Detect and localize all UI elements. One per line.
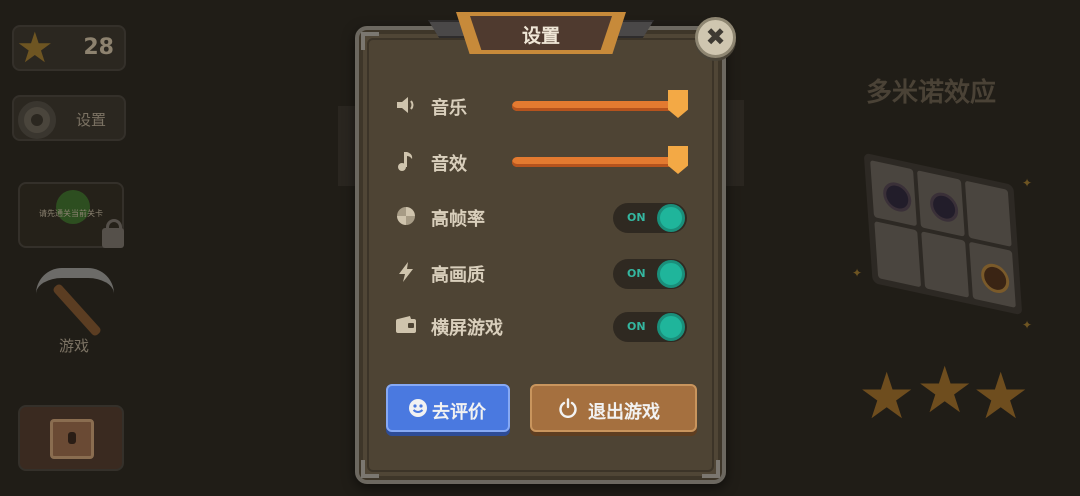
setting-label-high-quality: 高画质 [431,265,485,286]
domino-level-preview [863,152,1023,316]
star-count: 28 [83,35,114,60]
dialog-title-plate: 设置 [428,12,654,54]
locked-level-tile[interactable]: 请先通关当前关卡 [18,182,124,248]
gear-icon [18,101,56,139]
lock-icon [102,219,124,248]
close-button[interactable]: ✖ [695,17,736,58]
settings-tile[interactable]: 设置 [12,95,126,141]
domino-cell [870,160,918,227]
frame-rate-icon [397,207,415,225]
music-slider-thumb[interactable] [668,90,688,118]
speaker-icon [397,97,414,113]
sfx-slider-track[interactable] [512,157,684,167]
level-rating-stars: ★ ★ ★ [858,354,1038,432]
domino-cell [968,241,1016,308]
quit-game-button[interactable]: 退出游戏 [530,384,697,432]
sfx-slider-thumb[interactable] [668,146,688,174]
level-title: 多米诺效应 [866,78,997,108]
rating-star-icon: ★ [916,354,974,428]
setting-label-music: 音乐 [431,98,467,119]
domino-cell [921,231,969,298]
frame-corner [361,460,379,478]
rating-star-icon: ★ [972,360,1030,434]
landscape-icon [396,316,416,333]
close-icon: ✖ [705,23,726,51]
power-icon [559,398,577,418]
settings-tile-label: 设置 [76,111,107,129]
game-tile-label: 游戏 [58,337,89,355]
quit-game-button-label: 退出游戏 [588,402,660,423]
toggle-knob [657,260,685,288]
toggle-knob [657,204,685,232]
rate-button[interactable]: 去评价 [386,384,510,432]
toggle-knob [657,313,685,341]
setting-row-high-fps: 高帧率 ON [395,199,695,235]
treasure-chest-icon [50,419,94,459]
pickaxe-icon [36,268,114,294]
game-tile[interactable]: 游戏 [24,258,124,362]
setting-row-landscape: 横屏游戏 ON [395,308,695,344]
locked-level-hint: 请先通关当前关卡 [39,209,103,218]
setting-label-high-fps: 高帧率 [431,209,485,230]
sparkle-icon: ✦ [1022,318,1033,332]
rate-button-label: 去评价 [432,402,486,423]
domino-cell [874,221,922,288]
setting-row-sfx: 音效 [395,144,695,180]
high-fps-toggle[interactable]: ON [613,203,687,233]
star-counter: ★ 28 [12,25,126,71]
setting-row-high-quality: 高画质 ON [395,255,695,291]
toggle-state-label: ON [627,320,646,333]
treasure-chest-tile[interactable] [18,405,124,471]
setting-row-music: 音乐 [395,88,695,124]
star-icon: ★ [16,23,54,72]
music-slider-track[interactable] [512,101,684,111]
frame-corner [702,460,720,478]
smiley-icon [409,399,427,417]
frame-corner [361,32,379,50]
lightning-icon [399,262,413,282]
toggle-state-label: ON [627,211,646,224]
setting-label-sfx: 音效 [431,154,467,175]
rating-star-icon: ★ [858,360,916,434]
dialog-title: 设置 [521,25,560,47]
landscape-toggle[interactable]: ON [613,312,687,342]
domino-cell [964,180,1012,247]
toggle-state-label: ON [627,267,646,280]
setting-label-landscape: 横屏游戏 [431,318,503,339]
music-note-icon [398,152,413,171]
domino-cell [917,170,965,237]
sparkle-icon: ✦ [852,266,863,280]
high-quality-toggle[interactable]: ON [613,259,687,289]
sparkle-icon: ✦ [1022,176,1033,190]
